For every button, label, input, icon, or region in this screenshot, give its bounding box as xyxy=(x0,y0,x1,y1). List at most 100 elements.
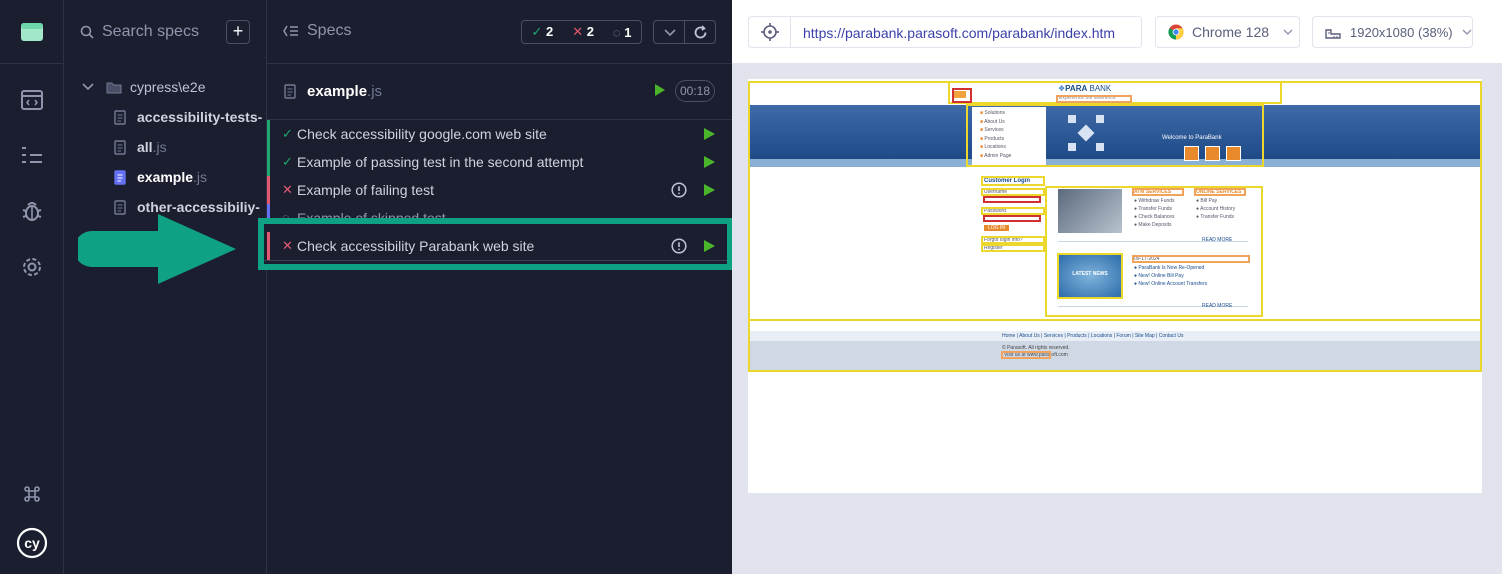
expand-dropdown-button[interactable] xyxy=(653,20,685,44)
selector-playground-button[interactable] xyxy=(749,17,791,47)
bug-icon xyxy=(22,202,42,221)
folder-icon xyxy=(106,82,122,93)
spec-file-row[interactable]: accessibility-tests- xyxy=(64,102,267,132)
pending-value: 1 xyxy=(624,24,632,40)
document-icon xyxy=(114,169,126,185)
app-under-test-frame: ❖PARA BANK Experience the difference ■ S… xyxy=(748,79,1482,493)
status-bar xyxy=(267,232,270,260)
duration-badge: 00:18 xyxy=(675,80,715,102)
check-icon: ✓ xyxy=(282,126,293,141)
spec-file-name: example xyxy=(137,169,194,185)
nav-debug[interactable] xyxy=(0,187,64,235)
cypress-logo-icon: cy xyxy=(16,527,48,559)
icon-rail: cy xyxy=(0,0,64,574)
x-icon: ✕ xyxy=(282,238,293,253)
spec-list-panel: Search specs + cypress\e2e accessibility… xyxy=(64,0,267,574)
failed-value: 2 xyxy=(586,24,594,39)
check-icon: ✓ xyxy=(282,154,293,169)
chrome-icon xyxy=(1168,24,1184,40)
aut-preview: https://parabank.parasoft.com/parabank/i… xyxy=(732,0,1502,574)
test-title: Example of failing test xyxy=(297,182,434,198)
cypress-logo[interactable]: cy xyxy=(0,519,64,567)
rerun-button[interactable] xyxy=(684,20,716,44)
spec-file-name: all xyxy=(137,139,153,155)
preview-toolbar: https://parabank.parasoft.com/parabank/i… xyxy=(732,0,1502,64)
pending-count: ◌ 1 xyxy=(612,24,632,40)
chevron-down-icon xyxy=(1462,29,1472,35)
failed-count: ✕ 2 xyxy=(572,24,594,39)
status-bar xyxy=(267,120,270,148)
reporter-header: Specs ✓ 2 ✕ 2 ◌ 1 xyxy=(267,0,732,64)
test-row-passed[interactable]: ✓ Example of passing test in the second … xyxy=(267,148,732,176)
spec-file-header: example.js 00:18 xyxy=(267,64,732,120)
passed-count: ✓ 2 xyxy=(531,24,554,39)
spec-file-row-selected[interactable]: example.js xyxy=(64,162,267,192)
crosshair-icon xyxy=(760,23,779,41)
play-icon[interactable] xyxy=(654,83,666,97)
spec-file-title-ext: .js xyxy=(367,83,383,100)
runs-icon xyxy=(21,90,43,110)
folder-name: cypress\e2e xyxy=(130,79,206,95)
a11y-violation-outline xyxy=(748,81,1482,321)
spec-file-name: accessibility-tests- xyxy=(137,109,263,125)
chevron-down-icon xyxy=(1283,29,1293,35)
arrow-annotation-icon xyxy=(78,214,236,284)
browser-logo-icon xyxy=(21,22,43,41)
test-title: Check accessibility google.com web site xyxy=(297,126,547,142)
url-text: https://parabank.parasoft.com/parabank/i… xyxy=(803,25,1116,41)
x-icon: ✕ xyxy=(282,182,293,197)
test-row-failed[interactable]: ✕ Example of failing test xyxy=(267,176,732,204)
specs-toggle[interactable]: Specs xyxy=(283,22,351,40)
play-icon[interactable] xyxy=(703,183,716,197)
spec-file-title: example.js xyxy=(307,83,382,100)
document-icon xyxy=(114,139,126,155)
play-icon[interactable] xyxy=(703,239,716,253)
nav-settings[interactable] xyxy=(0,243,64,291)
test-row-passed[interactable]: ✓ Check accessibility google.com web sit… xyxy=(267,120,732,148)
folder-row[interactable]: cypress\e2e xyxy=(64,72,267,102)
chevron-down-icon xyxy=(664,29,676,37)
test-stats: ✓ 2 ✕ 2 ◌ 1 xyxy=(521,20,642,44)
search-icon xyxy=(80,25,94,39)
specs-label: Specs xyxy=(307,22,352,39)
spec-file-row[interactable]: all.js xyxy=(64,132,267,162)
command-key-icon xyxy=(24,486,40,502)
play-icon[interactable] xyxy=(703,127,716,141)
document-icon xyxy=(114,109,126,125)
spec-file-title-name: example xyxy=(307,83,368,100)
test-row-failed[interactable]: ✕ Check accessibility Parabank web site xyxy=(267,232,727,260)
ruler-icon xyxy=(1325,29,1341,39)
viewport-size: 1920x1080 (38%) xyxy=(1350,24,1453,40)
refresh-icon xyxy=(694,25,707,39)
nav-runs[interactable] xyxy=(0,76,64,124)
document-icon xyxy=(284,84,296,99)
browser-name: Chrome 128 xyxy=(1192,24,1270,40)
nav-specs[interactable] xyxy=(0,131,64,179)
a11y-violation-outline xyxy=(748,319,1482,372)
new-spec-button[interactable]: + xyxy=(226,20,250,44)
specs-list-icon xyxy=(22,147,42,163)
status-bar xyxy=(267,176,270,204)
spec-file-ext: .js xyxy=(193,169,208,185)
keyboard-shortcuts[interactable] xyxy=(0,470,64,518)
reporter-panel: Specs ✓ 2 ✕ 2 ◌ 1 example.js 00:18 ✓ Che… xyxy=(267,0,732,574)
test-title: Check accessibility Parabank web site xyxy=(297,238,535,254)
cypress-app: cy Search specs + cypress\e2e accessibil… xyxy=(0,0,1502,574)
status-bar xyxy=(267,148,270,176)
row-divider xyxy=(264,260,727,261)
spec-file-ext: .js xyxy=(152,139,167,155)
collapse-menu-icon xyxy=(283,25,298,37)
passed-value: 2 xyxy=(546,24,554,39)
error-info-icon[interactable] xyxy=(671,182,687,198)
search-input[interactable]: Search specs xyxy=(102,23,199,41)
error-info-icon[interactable] xyxy=(671,238,687,254)
app-logo[interactable] xyxy=(0,0,64,64)
test-title: Example of passing test in the second at… xyxy=(297,154,584,170)
svg-text:cy: cy xyxy=(24,535,40,551)
play-icon[interactable] xyxy=(703,155,716,169)
url-bar[interactable]: https://parabank.parasoft.com/parabank/i… xyxy=(748,16,1142,48)
viewport-info[interactable]: 1920x1080 (38%) xyxy=(1312,16,1473,48)
gear-icon xyxy=(23,258,41,276)
chevron-down-icon xyxy=(82,83,94,91)
browser-selector[interactable]: Chrome 128 xyxy=(1155,16,1300,48)
